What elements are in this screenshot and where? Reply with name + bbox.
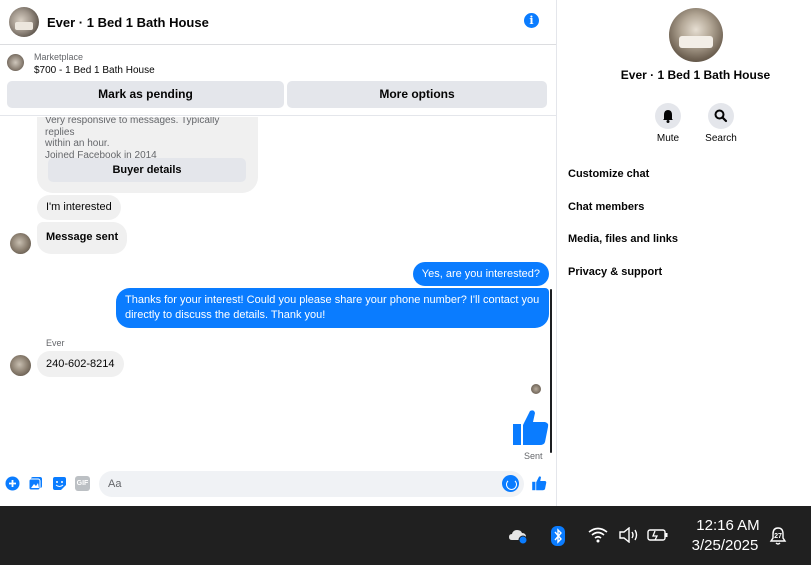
taskbar: 12:16 AM 3/25/2025 27 [0,506,811,565]
chat-title[interactable]: Ever · 1 Bed 1 Bath House [47,15,209,30]
buyer-info-text: Very responsive to messages. Typically r… [45,117,250,161]
listing-thumbnail[interactable] [7,54,24,71]
more-options-button[interactable]: More options [287,81,547,108]
sender-avatar[interactable] [10,233,31,254]
bell-icon [663,110,673,123]
chat-pane: Ever · 1 Bed 1 Bath House i Marketplace … [0,0,557,506]
volume-icon[interactable] [618,527,640,543]
thumbs-up-icon[interactable] [510,407,550,447]
composer: GIF Aa [0,466,556,506]
search-button[interactable] [708,103,734,129]
send-like-icon[interactable] [531,475,547,491]
clock-date[interactable]: 3/25/2025 [687,537,763,554]
clock-time[interactable]: 12:16 AM [693,517,763,534]
menu-customize-chat[interactable]: Customize chat [568,168,649,180]
conversation-avatar[interactable] [669,8,723,62]
messenger-window: Ever · 1 Bed 1 Bath House i Marketplace … [0,0,811,565]
marketplace-label: Marketplace [34,52,84,62]
search-label: Search [705,133,737,144]
notification-bell-icon[interactable]: 27 [768,526,788,546]
scrollbar[interactable] [550,289,552,453]
sender-name: Ever [46,338,65,348]
listing-title[interactable]: $700 - 1 Bed 1 Bath House [34,65,155,76]
incoming-message[interactable]: I'm interested [37,195,121,220]
mark-as-pending-button[interactable]: Mark as pending [7,81,284,108]
buyer-info-card: Very responsive to messages. Typically r… [37,117,258,193]
message-input[interactable]: Aa [99,471,524,497]
sticker-icon[interactable] [52,476,67,491]
search-icon [714,109,728,123]
menu-media-files-links[interactable]: Media, files and links [568,233,678,245]
outgoing-message[interactable]: Thanks for your interest! Could you plea… [116,288,549,328]
buyer-details-button[interactable]: Buyer details [48,158,246,182]
emoji-icon[interactable] [502,475,519,492]
plus-circle-icon[interactable] [5,476,20,491]
mute-button[interactable] [655,103,681,129]
buyer-info-line: Very responsive to messages. Typically r… [45,117,220,138]
menu-chat-members[interactable]: Chat members [568,201,644,213]
message-list[interactable]: Very responsive to messages. Typically r… [0,117,556,466]
chat-avatar[interactable] [9,7,39,37]
incoming-message[interactable]: Message sent [37,222,128,254]
buyer-info-line: within an hour. [45,138,110,149]
notification-count: 27 [774,533,782,540]
seen-indicator-avatar [531,384,541,394]
mute-label: Mute [656,133,680,144]
chat-header: Ever · 1 Bed 1 Bath House i [0,0,556,45]
sender-avatar[interactable] [10,355,31,376]
battery-charging-icon[interactable] [647,528,669,542]
photo-icon[interactable] [28,476,43,491]
info-icon[interactable]: i [524,13,539,28]
conversation-title: Ever · 1 Bed 1 Bath House [620,68,771,82]
delivery-status: Sent [524,451,543,461]
bluetooth-icon[interactable] [551,526,565,546]
gif-icon[interactable]: GIF [75,476,90,491]
wifi-icon[interactable] [588,527,608,543]
onedrive-sync-icon[interactable] [508,527,530,545]
incoming-message[interactable]: 240-602-8214 [37,351,124,377]
chat-details-pane: Ever · 1 Bed 1 Bath House Mute Search Cu… [557,0,811,506]
outgoing-message[interactable]: Yes, are you interested? [412,262,549,286]
menu-privacy-support[interactable]: Privacy & support [568,266,662,278]
